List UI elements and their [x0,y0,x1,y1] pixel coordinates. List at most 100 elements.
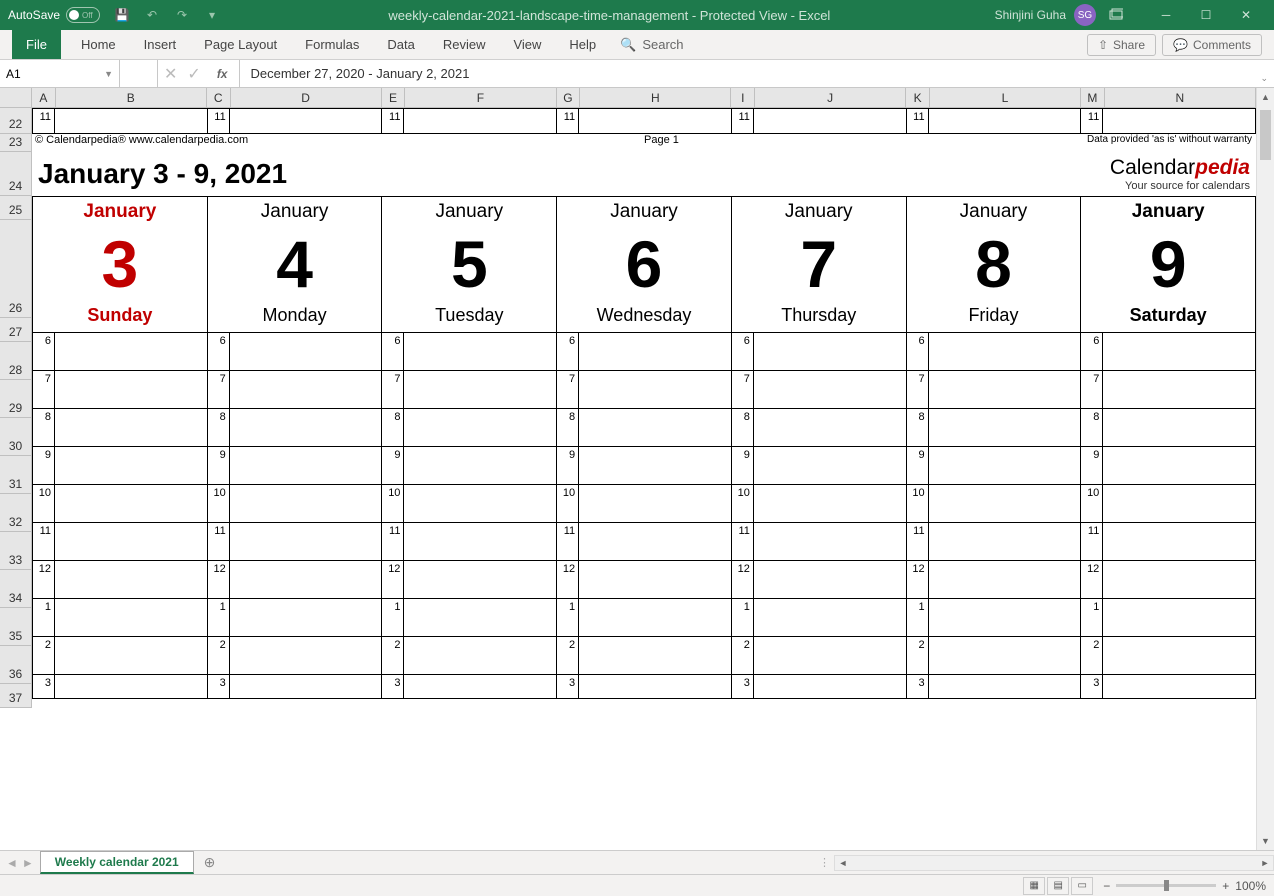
column-header[interactable]: E [382,88,406,108]
hour-slot[interactable] [55,523,207,560]
hour-slot[interactable] [579,599,731,636]
hour-number[interactable]: 8 [33,409,55,446]
hour-number[interactable]: 6 [208,333,230,370]
page-layout-view-icon[interactable]: ▤ [1047,877,1069,895]
hour-number[interactable]: 12 [1081,561,1103,598]
hour-number[interactable]: 6 [732,333,754,370]
scroll-down-icon[interactable]: ▼ [1257,832,1274,850]
day-header[interactable]: January5Tuesday [382,196,557,333]
hour-number[interactable]: 3 [208,675,230,698]
row-header[interactable]: 34 [0,570,32,608]
hour-cell[interactable]: 11 [33,109,55,133]
hour-number[interactable]: 8 [382,409,404,446]
hour-cell[interactable]: 11 [557,109,579,133]
vscroll-thumb[interactable] [1260,110,1271,160]
hour-slot[interactable] [754,599,906,636]
hour-number[interactable]: 1 [1081,599,1103,636]
column-header[interactable]: J [755,88,906,108]
hour-number[interactable]: 6 [33,333,55,370]
normal-view-icon[interactable]: ▦ [1023,877,1045,895]
zoom-in-icon[interactable]: + [1222,879,1229,893]
formula-expand-icon[interactable]: ⌄ [1260,73,1268,84]
share-button[interactable]: ⇧Share [1087,34,1156,56]
hour-slot[interactable] [754,333,906,370]
hour-number[interactable]: 10 [33,485,55,522]
hour-slot[interactable] [579,675,731,698]
row-header[interactable]: 36 [0,646,32,684]
hour-slot[interactable] [55,409,207,446]
hour-number[interactable]: 2 [1081,637,1103,674]
hour-slot[interactable] [579,447,731,484]
hour-slot[interactable] [1103,637,1255,674]
hour-number[interactable]: 2 [907,637,929,674]
hour-number[interactable]: 9 [208,447,230,484]
scroll-left-icon[interactable]: ◄ [835,858,851,868]
hour-number[interactable]: 1 [33,599,55,636]
hour-number[interactable]: 12 [732,561,754,598]
hour-number[interactable]: 1 [382,599,404,636]
hour-slot[interactable] [929,409,1081,446]
scroll-up-icon[interactable]: ▲ [1257,88,1274,106]
hour-slot[interactable] [1103,409,1255,446]
hour-cell[interactable]: 11 [1081,109,1103,133]
column-header[interactable]: D [231,88,382,108]
horizontal-scrollbar[interactable]: ◄ ► [834,855,1274,871]
hour-number[interactable]: 3 [382,675,404,698]
hour-slot[interactable] [1103,447,1255,484]
enter-icon[interactable]: ✓ [187,64,200,84]
name-box[interactable]: A1 ▼ [0,60,120,87]
scroll-right-icon[interactable]: ► [1257,858,1273,868]
hour-number[interactable]: 2 [557,637,579,674]
hour-number[interactable]: 10 [382,485,404,522]
hour-slot[interactable] [1103,523,1255,560]
user-area[interactable]: Shinjini Guha SG [995,4,1096,26]
row-header[interactable]: 27 [0,318,32,342]
hour-slot[interactable] [929,371,1081,408]
hour-number[interactable]: 1 [732,599,754,636]
column-header[interactable]: N [1105,88,1256,108]
column-header[interactable]: A [32,88,56,108]
hour-slot[interactable] [55,637,207,674]
row-header[interactable]: 29 [0,380,32,418]
hour-slot[interactable] [929,333,1081,370]
ribbon-tab-file[interactable]: File [12,30,61,59]
hour-number[interactable]: 7 [907,371,929,408]
hour-number[interactable]: 8 [208,409,230,446]
hour-slot[interactable] [230,485,382,522]
hour-slot[interactable] [754,371,906,408]
hour-number[interactable]: 7 [33,371,55,408]
sheet-nav[interactable]: ◄► [0,856,40,870]
hour-number[interactable]: 8 [1081,409,1103,446]
hour-number[interactable]: 7 [1081,371,1103,408]
customize-qa-icon[interactable]: ▾ [200,3,224,27]
hour-slot[interactable] [230,523,382,560]
hour-slot[interactable] [929,523,1081,560]
tab-split-handle[interactable]: ⋮ [819,856,830,869]
hour-number[interactable]: 9 [33,447,55,484]
fx-icon[interactable]: fx [211,67,234,81]
hour-number[interactable]: 11 [208,523,230,560]
row-header[interactable]: 37 [0,684,32,708]
maximize-icon[interactable]: ☐ [1186,1,1226,29]
toggle-switch[interactable]: Off [66,7,100,23]
hour-number[interactable]: 8 [732,409,754,446]
column-header[interactable]: F [405,88,556,108]
row-header[interactable]: 26 [0,220,32,318]
column-header[interactable]: B [56,88,207,108]
close-icon[interactable]: ✕ [1226,1,1266,29]
hour-slot[interactable] [579,409,731,446]
hour-slot[interactable] [404,333,556,370]
hour-slot[interactable] [929,599,1081,636]
hour-number[interactable]: 7 [382,371,404,408]
zoom-out-icon[interactable]: − [1103,879,1110,893]
hour-number[interactable]: 11 [33,523,55,560]
hour-number[interactable]: 12 [33,561,55,598]
hour-number[interactable]: 10 [907,485,929,522]
hour-slot[interactable] [929,637,1081,674]
hour-number[interactable]: 11 [382,523,404,560]
day-header[interactable]: January7Thursday [732,196,907,333]
vertical-scrollbar[interactable]: ▲ ▼ [1256,88,1274,850]
ribbon-tab-view[interactable]: View [499,30,555,59]
row-header[interactable]: 35 [0,608,32,646]
hour-number[interactable]: 9 [907,447,929,484]
